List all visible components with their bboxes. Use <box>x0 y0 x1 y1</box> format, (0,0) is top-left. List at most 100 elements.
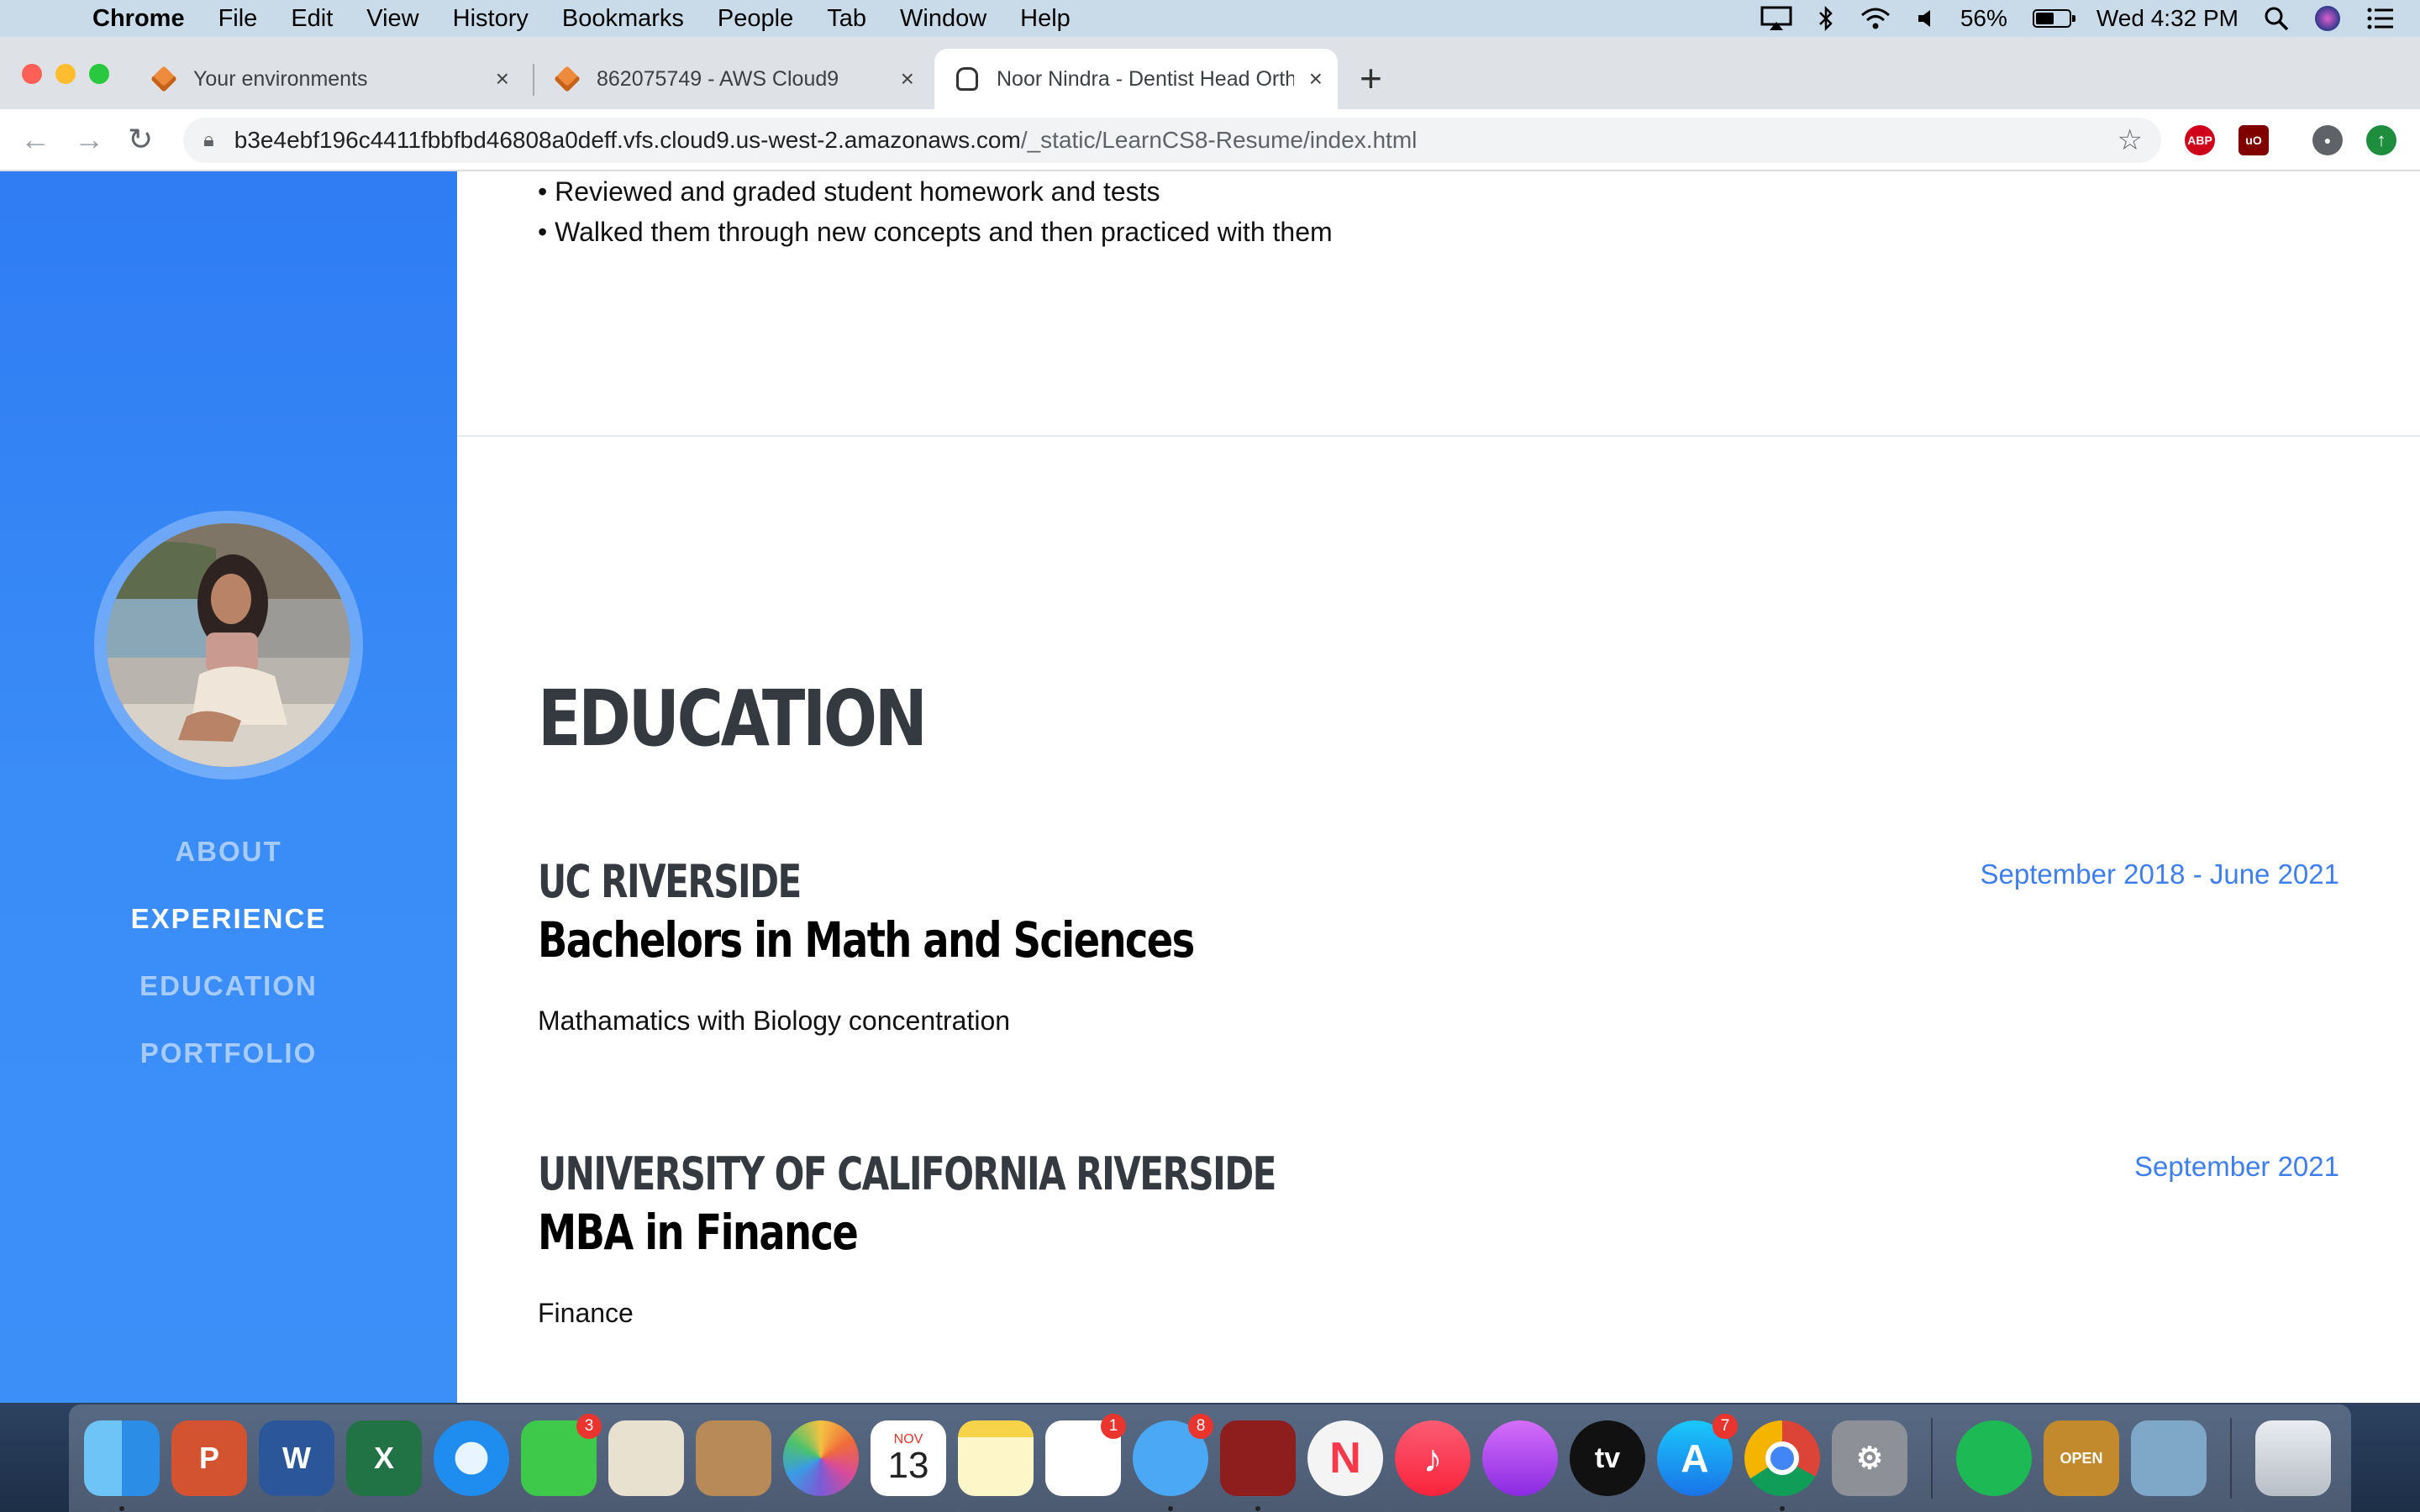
chrome-tab-strip: Your environments × 862075749 - AWS Clou… <box>0 37 2420 109</box>
photos-icon[interactable] <box>783 1420 859 1496</box>
notification-badge: 1 <box>1101 1414 1126 1439</box>
menu-edit[interactable]: Edit <box>291 5 333 33</box>
back-arrow-icon[interactable]: ← <box>20 123 50 156</box>
bookmark-star-icon[interactable]: ☆ <box>2118 123 2143 157</box>
aws-cloud9-cube-icon <box>554 66 581 92</box>
podcasts-icon[interactable] <box>1482 1420 1558 1496</box>
system-preferences-gear-icon[interactable]: ⚙ <box>1832 1420 1907 1496</box>
section-title-education: Education <box>538 674 928 764</box>
new-tab-plus-icon[interactable]: + <box>1360 59 1382 97</box>
list-item: • Reviewed and graded student homework a… <box>538 176 1160 207</box>
tab-your-environments[interactable]: Your environments × <box>131 49 524 109</box>
nav-about[interactable]: About <box>0 818 457 885</box>
notification-center-icon[interactable] <box>2366 7 2395 30</box>
notification-badge: 7 <box>1712 1414 1738 1439</box>
menu-people[interactable]: People <box>718 5 793 33</box>
app-store-icon[interactable]: A7 <box>1657 1414 1738 1496</box>
menu-tab[interactable]: Tab <box>827 5 866 33</box>
tab-title: Your environments <box>193 66 368 91</box>
excel-icon[interactable]: X <box>346 1420 422 1496</box>
nav-experience[interactable]: Experience <box>0 885 457 953</box>
school-name: UC Riverside <box>538 855 802 908</box>
url-text[interactable]: b3e4ebf196c4411fbbfbd46808a0deff.vfs.clo… <box>234 127 1418 154</box>
trash-icon[interactable] <box>2255 1420 2331 1496</box>
contacts-icon[interactable] <box>696 1420 771 1496</box>
profile-photo-ring <box>94 511 363 780</box>
mail-stamp-icon[interactable] <box>608 1420 684 1496</box>
battery-percent: 56% <box>1960 5 2007 31</box>
dock-separator <box>1931 1418 1933 1499</box>
menu-bookmarks[interactable]: Bookmarks <box>562 5 684 33</box>
apple-tv-icon[interactable]: tv <box>1570 1420 1645 1496</box>
degree-title: Bachelors in Math and Sciences <box>538 911 1195 969</box>
volume-icon[interactable] <box>1917 8 1935 29</box>
wifi-icon[interactable] <box>1860 7 1891 30</box>
menu-file[interactable]: File <box>218 5 258 33</box>
notification-badge: 8 <box>1188 1414 1213 1439</box>
zoom-window-button[interactable] <box>89 64 109 84</box>
chrome-toolbar: ← → ↻ 🔒︎ b3e4ebf196c4411fbbfbd46808a0def… <box>0 109 2420 171</box>
photo-booth-icon[interactable] <box>1220 1420 1296 1511</box>
powerpoint-icon[interactable]: P <box>171 1420 247 1496</box>
bluetooth-icon[interactable] <box>1818 5 1834 32</box>
calendar-icon[interactable]: NOV 13 <box>871 1420 946 1496</box>
menu-view[interactable]: View <box>366 5 418 33</box>
ublock-origin-icon[interactable]: uO <box>2238 125 2269 155</box>
finder-icon[interactable] <box>84 1420 160 1511</box>
window-controls <box>22 64 109 84</box>
degree-title: MBA in Finance <box>538 1204 859 1261</box>
menu-app-name[interactable]: Chrome <box>92 5 185 33</box>
tab-title: Noor Nindra - Dentist Head Orth <box>997 66 1294 91</box>
close-tab-icon[interactable]: × <box>496 66 509 92</box>
macos-dock: P W X 3 NOV 13 1 8 N ♪ tv A7 ⚙ OPEN <box>69 1404 2351 1512</box>
profile-photo <box>107 523 350 767</box>
chrome-icon[interactable] <box>1744 1420 1820 1511</box>
sidebar: About Experience Education Portfolio <box>0 171 457 1403</box>
menu-history[interactable]: History <box>453 5 529 33</box>
music-icon[interactable]: ♪ <box>1395 1420 1470 1496</box>
notes-icon[interactable] <box>958 1420 1034 1496</box>
profile-avatar-icon[interactable]: ● <box>2312 125 2343 155</box>
news-icon[interactable]: N <box>1307 1420 1383 1496</box>
tab-title: 862075749 - AWS Cloud9 <box>597 66 839 91</box>
open-sign-icon[interactable]: OPEN <box>2044 1420 2119 1496</box>
update-arrow-icon[interactable]: ↑ <box>2366 125 2396 155</box>
preview-icon[interactable] <box>2131 1420 2207 1496</box>
url-path: /_static/LearnCS8-Resume/index.html <box>1020 127 1418 153</box>
list-item: • Walked them through new concepts and t… <box>538 217 1333 247</box>
safari-icon[interactable] <box>434 1420 509 1496</box>
spotify-icon[interactable] <box>1956 1420 2032 1496</box>
tab-aws-cloud9[interactable]: 862075749 - AWS Cloud9 × <box>534 49 929 109</box>
experience-bullet-list: • Reviewed and graded student homework a… <box>538 171 1333 252</box>
battery-icon[interactable] <box>2032 9 2075 28</box>
nav-education[interactable]: Education <box>0 953 457 1020</box>
education-date: September 2021 <box>2133 1151 2339 1182</box>
tab-noor-nindra[interactable]: Noor Nindra - Dentist Head Orth × <box>934 49 1338 109</box>
menu-window[interactable]: Window <box>900 5 986 33</box>
menu-help[interactable]: Help <box>1020 5 1071 33</box>
spotlight-search-icon[interactable] <box>2264 6 2289 31</box>
minimize-window-button[interactable] <box>55 64 76 84</box>
adblock-plus-icon[interactable]: ABP <box>2185 125 2215 155</box>
calendar-day: 13 <box>887 1445 929 1486</box>
reminders-icon[interactable]: 1 <box>1045 1414 1126 1496</box>
address-bar[interactable]: 🔒︎ b3e4ebf196c4411fbbfbd46808a0deff.vfs.… <box>183 118 2161 163</box>
nav-portfolio[interactable]: Portfolio <box>0 1020 457 1087</box>
reload-icon[interactable]: ↻ <box>128 123 153 156</box>
clock[interactable]: Wed 4:32 PM <box>2096 5 2238 32</box>
lock-icon[interactable]: 🔒︎ <box>203 129 214 152</box>
close-tab-icon[interactable]: × <box>1309 66 1323 92</box>
airplay-icon[interactable] <box>1760 6 1792 31</box>
education-date: September 2018 - June 2021 <box>1980 858 2339 890</box>
forward-arrow-icon[interactable]: → <box>74 123 104 156</box>
close-tab-icon[interactable]: × <box>901 66 914 92</box>
tooth-icon <box>955 66 980 92</box>
close-window-button[interactable] <box>22 64 42 84</box>
siri-icon[interactable] <box>2314 5 2341 32</box>
word-icon[interactable]: W <box>259 1420 334 1496</box>
dock-separator <box>2230 1418 2232 1499</box>
messages-icon[interactable]: 8 <box>1133 1414 1213 1511</box>
resume-page: About Experience Education Portfolio • R… <box>0 171 2420 1403</box>
url-host: b3e4ebf196c4411fbbfbd46808a0deff.vfs.clo… <box>234 127 1021 153</box>
facetime-icon[interactable]: 3 <box>521 1414 602 1496</box>
